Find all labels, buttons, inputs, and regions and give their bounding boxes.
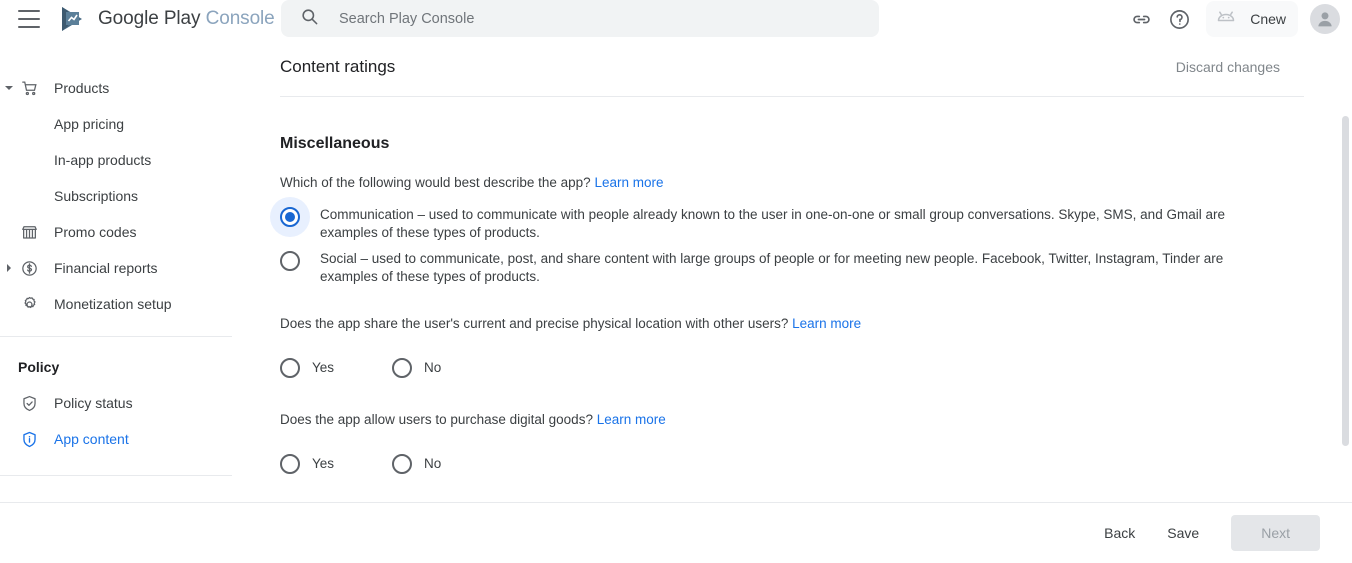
sidebar-item-label: App pricing — [54, 116, 124, 132]
back-button[interactable]: Back — [1088, 516, 1151, 550]
play-console-window: Google Play Console — [0, 0, 1352, 563]
sidebar-item-label: Subscriptions — [54, 188, 138, 204]
search-input[interactable] — [337, 10, 817, 28]
radio-label-goods-no: No — [424, 455, 441, 473]
account-avatar[interactable] — [1310, 4, 1340, 34]
chevron-right-icon[interactable] — [0, 263, 18, 273]
brand-title: Google Play Console — [98, 8, 275, 30]
radio-button-location-no[interactable] — [392, 358, 412, 378]
brand-logo-area[interactable]: Google Play Console — [60, 6, 275, 32]
next-button[interactable]: Next — [1231, 515, 1320, 551]
sidebar-item-label: Products — [54, 80, 109, 96]
scrollbar-thumb[interactable] — [1342, 116, 1349, 446]
sidebar-item-label: Promo codes — [54, 224, 136, 240]
app-selector-chip[interactable]: Cnew — [1206, 1, 1298, 37]
radio-option-location-yes[interactable]: Yes — [280, 357, 334, 378]
left-sidebar: Products App pricing In-app products Sub… — [0, 38, 232, 502]
shield-info-icon — [18, 430, 40, 449]
radio-option-goods-yes[interactable]: Yes — [280, 453, 334, 474]
bottom-action-bar: Back Save Next — [0, 502, 1352, 563]
sidebar-item-label: App content — [54, 431, 129, 447]
sidebar-item-monetization-setup[interactable]: Monetization setup — [0, 286, 232, 322]
radio-button-location-yes[interactable] — [280, 358, 300, 378]
link-icon[interactable] — [1124, 2, 1158, 36]
radio-option-social[interactable]: Social – used to communicate, post, and … — [280, 250, 1352, 286]
yes-no-group-digital-goods: Yes No — [280, 453, 1352, 474]
radio-label-social: Social – used to communicate, post, and … — [320, 250, 1265, 286]
radio-option-location-no[interactable]: No — [392, 357, 441, 378]
top-bar-actions: Cnew — [1120, 0, 1340, 38]
chevron-down-icon[interactable] — [0, 83, 18, 93]
sidebar-item-policy-status[interactable]: Policy status — [0, 385, 232, 421]
learn-more-link[interactable]: Learn more — [594, 175, 663, 190]
sidebar-item-label: Monetization setup — [54, 296, 172, 312]
store-icon — [18, 223, 40, 242]
learn-more-link[interactable]: Learn more — [597, 412, 666, 427]
sidebar-item-subscriptions[interactable]: Subscriptions — [0, 178, 232, 214]
brand-secondary-text: Console — [206, 8, 275, 29]
sidebar-item-app-content[interactable]: App content — [0, 421, 232, 457]
discard-changes-button[interactable]: Discard changes — [1176, 59, 1280, 75]
radio-button-communication[interactable] — [280, 207, 300, 227]
dollar-circle-icon — [18, 259, 40, 278]
radio-label-communication: Communication – used to communicate with… — [320, 206, 1265, 242]
yes-no-group-location: Yes No — [280, 357, 1352, 378]
app-chip-label: Cnew — [1250, 11, 1286, 27]
radio-button-goods-yes[interactable] — [280, 454, 300, 474]
learn-more-link[interactable]: Learn more — [792, 316, 861, 331]
sidebar-section-policy: Policy — [0, 337, 232, 385]
radio-label-location-no: No — [424, 359, 441, 377]
radio-halo — [280, 207, 300, 227]
page-header: Content ratings Discard changes — [232, 38, 1352, 96]
question-text: Which of the following would best descri… — [280, 175, 591, 190]
search-bar[interactable] — [281, 0, 879, 37]
question-share-location: Does the app share the user's current an… — [280, 316, 1352, 331]
sidebar-item-promo-codes[interactable]: Promo codes — [0, 214, 232, 250]
top-app-bar: Google Play Console — [0, 0, 1352, 38]
search-icon — [281, 7, 319, 31]
hamburger-menu-icon[interactable] — [18, 10, 40, 28]
sidebar-divider-bottom — [0, 475, 232, 476]
radio-option-communication[interactable]: Communication – used to communicate with… — [280, 206, 1352, 242]
shield-check-icon — [18, 394, 40, 413]
sidebar-item-label: In-app products — [54, 152, 151, 168]
section-title-miscellaneous: Miscellaneous — [280, 135, 1352, 153]
play-console-logo-icon — [60, 6, 88, 32]
radio-button-goods-no[interactable] — [392, 454, 412, 474]
question-app-description: Which of the following would best descri… — [280, 175, 1352, 190]
sidebar-item-products[interactable]: Products — [0, 70, 232, 106]
radio-label-goods-yes: Yes — [312, 455, 334, 473]
brand-primary-text: Google Play — [98, 8, 200, 29]
question-digital-goods: Does the app allow users to purchase dig… — [280, 412, 1352, 427]
sidebar-item-in-app-products[interactable]: In-app products — [0, 142, 232, 178]
shopping-cart-icon — [18, 79, 40, 98]
sidebar-item-label: Financial reports — [54, 260, 158, 276]
radio-option-goods-no[interactable]: No — [392, 453, 441, 474]
gear-icon — [18, 295, 40, 314]
android-head-icon — [1214, 5, 1238, 34]
question-text: Does the app allow users to purchase dig… — [280, 412, 593, 427]
page-scrollbar[interactable] — [1338, 38, 1352, 502]
sidebar-item-financial-reports[interactable]: Financial reports — [0, 250, 232, 286]
main-content: Content ratings Discard changes Miscella… — [232, 38, 1352, 502]
radio-label-location-yes: Yes — [312, 359, 334, 377]
question-text: Does the app share the user's current an… — [280, 316, 788, 331]
save-button[interactable]: Save — [1151, 516, 1215, 550]
header-divider — [280, 96, 1304, 97]
help-circle-icon[interactable] — [1162, 2, 1196, 36]
sidebar-item-app-pricing[interactable]: App pricing — [0, 106, 232, 142]
sidebar-item-label: Policy status — [54, 395, 133, 411]
page-title: Content ratings — [280, 57, 395, 77]
radio-button-social[interactable] — [280, 251, 300, 271]
